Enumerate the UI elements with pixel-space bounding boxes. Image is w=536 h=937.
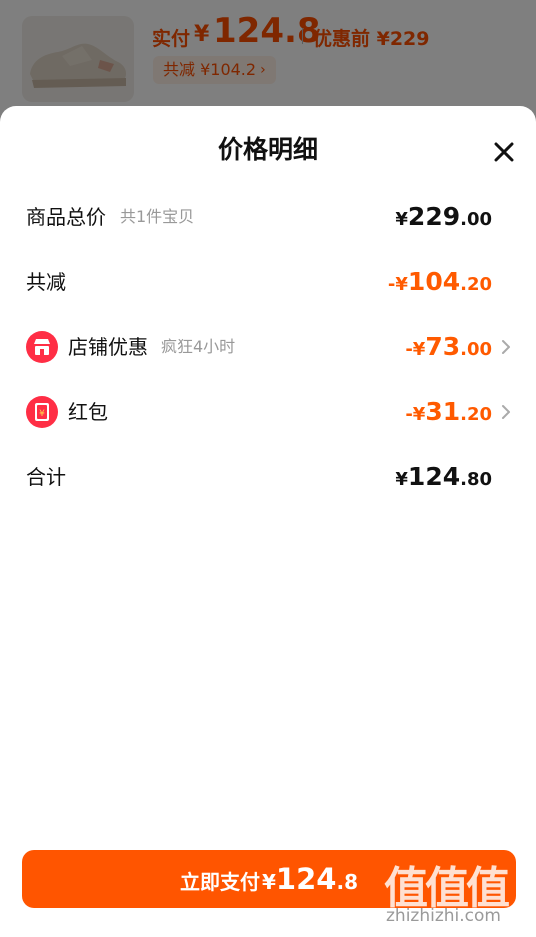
row-goods-total: 商品总价 共1件宝贝 ¥229.00	[0, 192, 536, 242]
row-shop-discount[interactable]: 店铺优惠 疯狂4小时 -¥ 73.00	[0, 322, 536, 372]
pay-button-amount-int: 124	[275, 862, 337, 896]
chevron-right-icon	[502, 405, 510, 419]
shop-icon	[26, 331, 58, 363]
row-label: 店铺优惠	[68, 335, 148, 359]
row-grand-total: 合计 ¥124.80	[0, 452, 536, 502]
goods-total-amount: ¥229.00	[395, 202, 492, 231]
row-label: 合计	[26, 465, 66, 489]
item-count: 共1件宝贝	[120, 207, 195, 226]
close-icon	[494, 142, 514, 162]
red-packet-icon: ¥	[26, 396, 58, 428]
watermark-site: zhizhizhi.com	[386, 906, 501, 926]
row-label: 共减	[26, 270, 66, 294]
promo-name: 疯狂4小时	[161, 337, 236, 356]
chevron-right-icon	[502, 340, 510, 354]
close-button[interactable]	[486, 134, 522, 170]
row-label: 商品总价	[26, 205, 106, 229]
red-packet-amount: -¥ 31.20	[405, 397, 492, 426]
shop-discount-amount: -¥ 73.00	[405, 332, 492, 361]
pay-button-amount-dec: .8	[336, 870, 358, 894]
watermark: 值值值 zhizhizhi.com	[384, 852, 534, 932]
price-detail-sheet: 价格明细 商品总价 共1件宝贝 ¥229.00 共减 -¥ 104.20 店铺优惠…	[0, 106, 536, 937]
row-red-packet[interactable]: ¥ 红包 -¥ 31.20	[0, 387, 536, 437]
row-label: 红包	[68, 400, 108, 424]
pay-button-label: 立即支付	[180, 870, 260, 894]
pay-button-currency: ¥	[262, 870, 276, 894]
sheet-title: 价格明细	[217, 135, 318, 164]
svg-text:¥: ¥	[39, 409, 45, 419]
row-total-discount: 共减 -¥ 104.20	[0, 257, 536, 307]
grand-total-amount: ¥124.80	[395, 462, 492, 491]
total-discount-amount: -¥ 104.20	[387, 267, 492, 296]
